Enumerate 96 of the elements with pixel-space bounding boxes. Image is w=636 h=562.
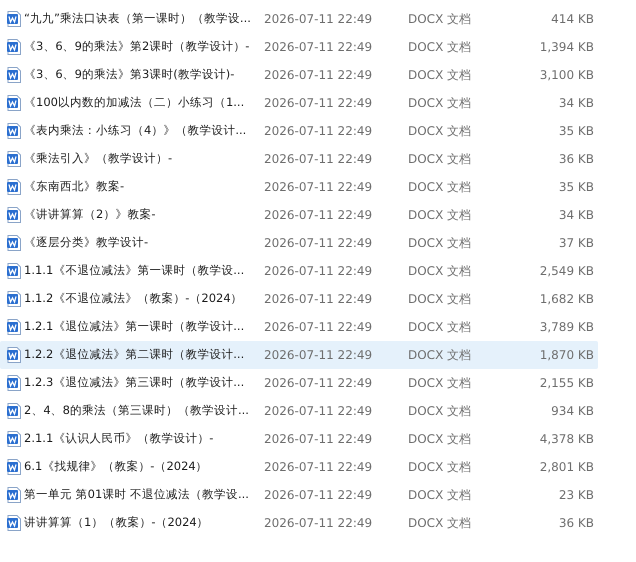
file-name: 第一单元 第01课时 不退位减法（教学设...	[24, 486, 250, 504]
file-type: DOCX 文档	[408, 179, 472, 196]
word-document-icon	[7, 95, 21, 111]
file-type: DOCX 文档	[408, 67, 472, 84]
file-size: 3,789 KB	[538, 319, 594, 336]
file-size: 23 KB	[558, 487, 594, 504]
file-name: 《3、6、9的乘法》第3课时(教学设计)-	[24, 66, 236, 84]
file-name: 《3、6、9的乘法》第2课时（教学设计）-	[24, 38, 250, 56]
modified-date: 2026-07-11 22:49	[264, 403, 374, 420]
file-type: DOCX 文档	[408, 207, 472, 224]
modified-date: 2026-07-11 22:49	[264, 319, 374, 336]
file-name: 1.1.2《不退位减法》（教案）-（2024）	[24, 290, 244, 308]
file-size: 37 KB	[558, 235, 594, 252]
word-document-icon	[7, 235, 21, 251]
word-document-icon	[7, 207, 21, 223]
file-size: 1,394 KB	[538, 39, 594, 56]
file-name: 2.1.1《认识人民币》（教学设计）-	[24, 430, 214, 448]
modified-date: 2026-07-11 22:49	[264, 347, 374, 364]
file-name: 1.2.2《退位减法》第二课时（教学设计...	[24, 346, 246, 364]
file-size: 2,155 KB	[538, 375, 594, 392]
file-size: 35 KB	[558, 123, 594, 140]
file-size: 35 KB	[558, 179, 594, 196]
file-type: DOCX 文档	[408, 235, 472, 252]
modified-date: 2026-07-11 22:49	[264, 67, 374, 84]
modified-date: 2026-07-11 22:49	[264, 375, 374, 392]
modified-date: 2026-07-11 22:49	[264, 123, 374, 140]
file-name: “九九”乘法口诀表（第一课时）（教学设...	[24, 10, 252, 28]
file-name: 《东南西北》教案-	[24, 178, 126, 196]
file-type: DOCX 文档	[408, 291, 472, 308]
file-size: 2,549 KB	[538, 263, 594, 280]
modified-date: 2026-07-11 22:49	[264, 179, 374, 196]
file-type: DOCX 文档	[408, 39, 472, 56]
file-type: DOCX 文档	[408, 95, 472, 112]
word-document-icon	[7, 375, 21, 391]
word-document-icon	[7, 291, 21, 307]
modified-date: 2026-07-11 22:49	[264, 151, 374, 168]
file-size: 1,870 KB	[538, 347, 594, 364]
word-document-icon	[7, 431, 21, 447]
word-document-icon	[7, 319, 21, 335]
word-document-icon	[7, 515, 21, 531]
modified-date: 2026-07-11 22:49	[264, 39, 374, 56]
word-document-icon	[7, 123, 21, 139]
modified-date: 2026-07-11 22:49	[264, 235, 374, 252]
file-type: DOCX 文档	[408, 403, 472, 420]
file-type: DOCX 文档	[408, 459, 472, 476]
file-size: 934 KB	[550, 403, 594, 420]
file-type: DOCX 文档	[408, 11, 472, 28]
file-name: 《讲讲算算（2）》教案-	[24, 206, 156, 224]
file-name: 6.1《找规律》（教案）-（2024）	[24, 458, 209, 476]
word-document-icon	[7, 151, 21, 167]
modified-date: 2026-07-11 22:49	[264, 515, 374, 532]
file-size: 36 KB	[558, 151, 594, 168]
word-document-icon	[7, 179, 21, 195]
file-type: DOCX 文档	[408, 263, 472, 280]
word-document-icon	[7, 403, 21, 419]
word-document-icon	[7, 39, 21, 55]
word-document-icon	[7, 67, 21, 83]
file-size: 34 KB	[558, 95, 594, 112]
file-name: 《逐层分类》教学设计-	[24, 234, 150, 252]
file-type: DOCX 文档	[408, 487, 472, 504]
file-type: DOCX 文档	[408, 151, 472, 168]
file-size: 2,801 KB	[538, 459, 594, 476]
word-document-icon	[7, 487, 21, 503]
file-name: 2、4、8的乘法（第三课时）（教学设计...	[24, 402, 250, 420]
modified-date: 2026-07-11 22:49	[264, 11, 374, 28]
file-type: DOCX 文档	[408, 123, 472, 140]
modified-date: 2026-07-11 22:49	[264, 263, 374, 280]
file-name: 讲讲算算（1）（教案）-（2024）	[24, 514, 210, 532]
file-size: 4,378 KB	[538, 431, 594, 448]
file-type: DOCX 文档	[408, 515, 472, 532]
file-size: 34 KB	[558, 207, 594, 224]
file-size: 414 KB	[550, 11, 594, 28]
file-size: 3,100 KB	[538, 67, 594, 84]
modified-date: 2026-07-11 22:49	[264, 291, 374, 308]
file-size: 36 KB	[558, 515, 594, 532]
file-row[interactable]: 1.2.2《退位减法》第二课时（教学设计... 2026-07-11 22:49 DOCX 文档 1,870 KB	[0, 341, 598, 369]
modified-date: 2026-07-11 22:49	[264, 487, 374, 504]
file-name: 1.1.1《不退位减法》第一课时（教学设...	[24, 262, 246, 280]
word-document-icon	[7, 11, 21, 27]
modified-date: 2026-07-11 22:49	[264, 207, 374, 224]
modified-date: 2026-07-11 22:49	[264, 459, 374, 476]
modified-date: 2026-07-11 22:49	[264, 431, 374, 448]
word-document-icon	[7, 459, 21, 475]
file-name: 1.2.3《退位减法》第三课时（教学设计...	[24, 374, 246, 392]
file-size: 1,682 KB	[538, 291, 594, 308]
file-name: 1.2.1《退位减法》第一课时（教学设计...	[24, 318, 246, 336]
file-type: DOCX 文档	[408, 347, 472, 364]
modified-date: 2026-07-11 22:49	[264, 95, 374, 112]
file-type: DOCX 文档	[408, 319, 472, 336]
file-name: 《表内乘法：小练习（4）》（教学设计...	[24, 122, 248, 140]
file-type: DOCX 文档	[408, 431, 472, 448]
file-name: 《100以内数的加减法（二）小练习（1...	[24, 94, 246, 112]
word-document-icon	[7, 347, 21, 363]
word-document-icon	[7, 263, 21, 279]
file-type: DOCX 文档	[408, 375, 472, 392]
file-name: 《乘法引入》（教学设计）-	[24, 150, 174, 168]
